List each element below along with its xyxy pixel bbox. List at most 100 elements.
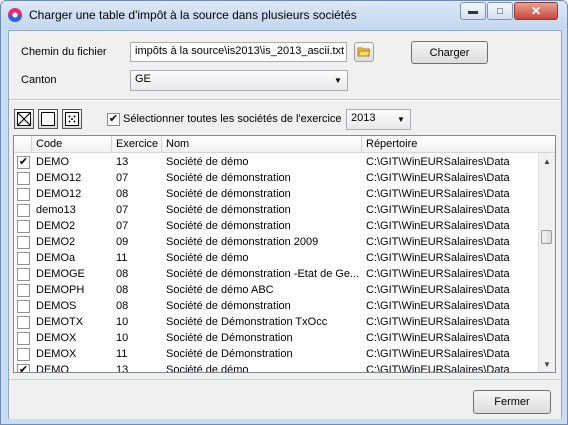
checkbox-indeterminate-icon [65,112,79,126]
table-row[interactable]: DEMOS 08 Société de démonstration C:\GIT\Wi… [14,298,540,314]
row-checkbox[interactable] [17,252,30,265]
folder-icon [357,47,371,57]
table-row[interactable]: DEMOX 10 Société de Démonstration C:\GIT\Wi… [14,330,540,346]
column-header-exercice[interactable]: Exercice [112,136,162,153]
row-checkbox[interactable] [17,300,30,313]
table-row[interactable]: DEMOX 11 Société de Démonstration C:\GIT\Wi… [14,346,540,362]
close-dialog-button[interactable]: Fermer [473,390,551,414]
row-checkbox[interactable] [17,172,30,185]
cell-repertoire: C:\GIT\WinEURSalaires\Data [366,364,510,373]
year-select[interactable]: 2013 ▼ [346,109,411,130]
cell-code: DEMOa [36,252,76,264]
table-row[interactable]: demo13 07 Société de démonstration C:\GIT\W… [14,202,540,218]
minimize-button[interactable]: ▬ [460,2,486,20]
cell-code: DEMOX [36,332,77,344]
cell-exercice: 08 [116,300,129,312]
table-row[interactable]: ✔ DEMO 13 Société de démo C:\GIT\WinEURSalai… [14,154,540,170]
cell-repertoire: C:\GIT\WinEURSalaires\Data [366,156,510,168]
cell-nom: Société de démo [166,156,249,168]
cell-nom: Société de démo ABC [166,284,274,296]
cell-code: DEMOTX [36,316,84,328]
table-row[interactable]: DEMOPH 08 Société de démo ABC C:\GIT\WinEUR… [14,282,540,298]
cell-nom: Société de démonstration [166,172,291,184]
row-checkbox[interactable] [17,348,30,361]
cell-code: demo13 [36,204,76,216]
cell-code: DEMOGE [36,268,85,280]
table-row[interactable]: DEMO12 07 Société de démonstration C:\GIT\W… [14,170,540,186]
column-header-repertoire[interactable]: Répertoire [362,136,555,153]
maximize-button[interactable]: □ [487,2,513,20]
check-all-button[interactable] [14,109,34,129]
table-row[interactable]: DEMOTX 10 Société de Démonstration TxOcc C:… [14,314,540,330]
chevron-down-icon: ▼ [397,114,405,124]
table-row[interactable]: DEMOa 11 Société de démo C:\GIT\WinEURSalai… [14,250,540,266]
column-header-check[interactable] [14,136,32,153]
cell-code: DEMOPH [36,284,85,296]
table-row[interactable]: DEMO2 07 Société de démonstration C:\GIT\Wi… [14,218,540,234]
browse-button[interactable] [354,42,374,62]
canton-select[interactable]: GE ▼ [130,70,348,91]
row-checkbox[interactable] [17,204,30,217]
cell-exercice: 11 [116,348,128,360]
row-checkbox[interactable] [17,268,30,281]
row-checkbox[interactable] [17,236,30,249]
table-row[interactable]: DEMO2 09 Société de démonstration 2009 C:\G… [14,234,540,250]
app-icon [8,8,22,22]
dialog-content: Chemin du fichier impôts à la source\is2… [8,30,562,419]
title-bar[interactable]: Charger une table d'impôt à la source da… [1,1,567,29]
dialog-window: Charger une table d'impôt à la source da… [0,0,568,425]
cell-code: DEMO12 [36,172,82,184]
file-path-input[interactable]: impôts à la source\is2013\is_2013_ascii.… [130,42,347,62]
cell-exercice: 13 [116,364,129,373]
cell-repertoire: C:\GIT\WinEURSalaires\Data [366,300,510,312]
vertical-scrollbar[interactable]: ▲ ▼ [538,153,555,372]
companies-grid[interactable]: Code Exercice Nom Répertoire ✔ DEMO 13 Soci… [13,135,556,373]
divider [9,99,561,101]
window-title: Charger une table d'impôt à la source da… [29,8,357,22]
cell-code: DEMQ [36,364,69,373]
row-checkbox[interactable] [17,188,30,201]
row-checkbox[interactable] [17,316,30,329]
scroll-down-icon[interactable]: ▼ [539,356,555,372]
cell-code: DEMO12 [36,188,82,200]
row-checkbox[interactable]: ✔ [17,364,30,372]
cell-exercice: 10 [116,316,129,328]
cell-exercice: 11 [116,252,128,264]
cell-code: DEMO2 [36,220,76,232]
scroll-thumb[interactable] [541,230,552,244]
cell-exercice: 13 [116,156,129,168]
cell-exercice: 09 [116,236,129,248]
cell-nom: Société de démonstration 2009 [166,236,319,248]
cell-nom: Société de démo [166,252,249,264]
cell-nom: Société de Démonstration [166,348,293,360]
cell-code: DEMO [36,156,69,168]
row-checkbox[interactable] [17,220,30,233]
chevron-down-icon: ▼ [334,75,342,85]
load-button[interactable]: Charger [411,41,488,64]
cell-repertoire: C:\GIT\WinEURSalaires\Data [366,220,510,232]
cell-nom: Société de démonstration [166,204,291,216]
year-value: 2013 [351,112,376,124]
cell-repertoire: C:\GIT\WinEURSalaires\Data [366,252,510,264]
table-row[interactable]: DEMOGE 08 Société de démonstration -Etat d… [14,266,540,282]
cell-code: DEMOX [36,348,77,360]
row-checkbox[interactable]: ✔ [17,156,30,169]
cell-repertoire: C:\GIT\WinEURSalaires\Data [366,268,510,280]
row-checkbox[interactable] [17,284,30,297]
cell-repertoire: C:\GIT\WinEURSalaires\Data [366,236,510,248]
cell-exercice: 07 [116,172,129,184]
row-checkbox[interactable] [17,332,30,345]
invert-selection-button[interactable] [62,109,82,129]
cell-nom: Société de démo [166,364,249,373]
select-all-checkbox[interactable]: ✔ [107,113,120,126]
scroll-up-icon[interactable]: ▲ [539,153,555,169]
column-header-nom[interactable]: Nom [162,136,362,153]
footer-panel: Fermer [9,379,561,419]
column-header-code[interactable]: Code [32,136,112,153]
table-row[interactable]: ✔ DEMQ 13 Société de démo C:\GIT\WinEURSalai… [14,362,540,373]
select-all-label: Sélectionner toutes les sociétés de l'ex… [123,113,342,125]
uncheck-all-button[interactable] [38,109,58,129]
checkbox-checked-icon [17,112,31,126]
close-button[interactable]: ✕ [514,2,558,20]
table-row[interactable]: DEMO12 08 Société de démonstration C:\GIT\W… [14,186,540,202]
